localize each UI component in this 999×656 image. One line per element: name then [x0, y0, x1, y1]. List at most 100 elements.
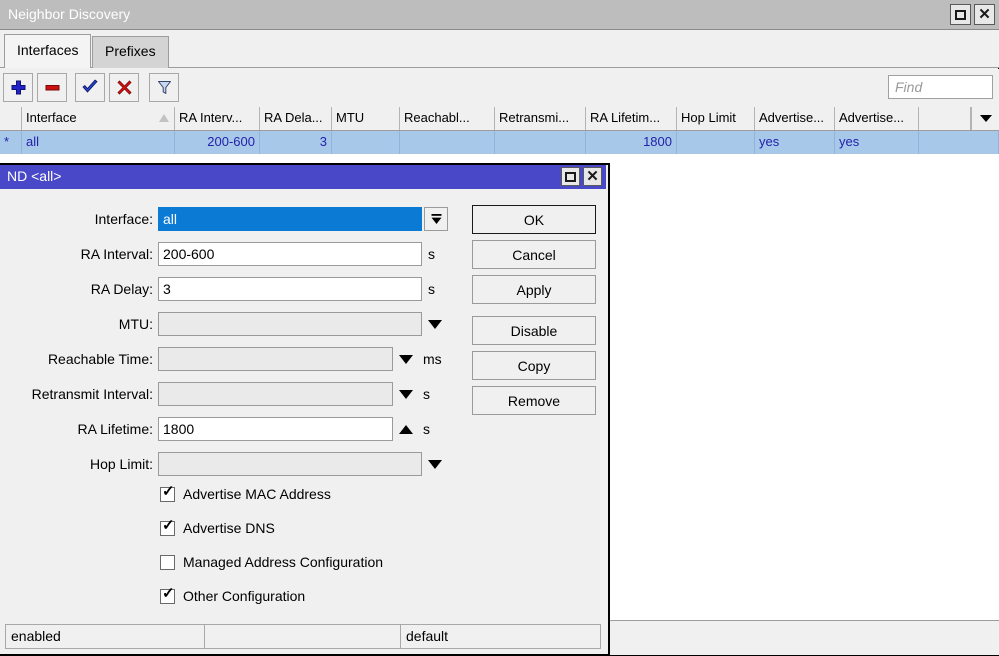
check-icon: ✓ [162, 484, 175, 499]
plus-icon [10, 79, 27, 96]
checkbox-box: ✓ [160, 487, 175, 502]
sort-ascending-icon [159, 114, 169, 122]
column-header-mtu[interactable]: MTU [332, 107, 400, 130]
column-header-ra-lifetime[interactable]: RA Lifetim... [586, 107, 677, 130]
cell-ra-interval: 200-600 [175, 131, 260, 154]
cell-extra [919, 131, 999, 154]
column-menu-button[interactable] [971, 107, 999, 130]
reachable-time-label: Reachable Time: [0, 351, 153, 367]
cross-icon [116, 79, 133, 96]
mtu-label: MTU: [0, 316, 153, 332]
ra-interval-unit: s [428, 246, 435, 262]
find-placeholder: Find [895, 79, 922, 95]
checkbox-box: ✓ [160, 589, 175, 604]
enable-button[interactable] [75, 73, 105, 102]
ra-lifetime-input[interactable]: 1800 [158, 417, 393, 441]
hop-limit-input[interactable] [158, 452, 422, 476]
cell-advertise-mac: yes [755, 131, 835, 154]
column-header-interface-label: Interface [26, 110, 77, 125]
check-icon [81, 79, 99, 96]
cell-retransmit-interval [495, 131, 586, 154]
tab-prefixes[interactable]: Prefixes [92, 36, 169, 68]
tab-interfaces[interactable]: Interfaces [4, 34, 91, 68]
window-title: Neighbor Discovery [8, 6, 130, 22]
hop-limit-label: Hop Limit: [0, 456, 153, 472]
ra-lifetime-unit: s [423, 421, 430, 437]
cell-flag: * [0, 131, 22, 154]
disable-button[interactable] [109, 73, 139, 102]
funnel-icon [156, 79, 173, 96]
ra-lifetime-stepper-up-icon[interactable] [399, 425, 413, 434]
column-header-advertise-dns[interactable]: Advertise... [835, 107, 919, 130]
tabstrip: Interfaces Prefixes [0, 30, 999, 68]
checkbox-label: Advertise MAC Address [183, 486, 331, 502]
column-header-advertise-mac[interactable]: Advertise... [755, 107, 835, 130]
dialog-statusbar: enabled default [5, 624, 601, 649]
ra-delay-label: RA Delay: [0, 281, 153, 297]
field-row-ra-delay: RA Delay: 3 s [0, 277, 470, 303]
checkbox-box: ✓ [160, 521, 175, 536]
main-window: Neighbor Discovery ✕ Interfaces Prefixes [0, 0, 999, 656]
reachable-time-dropdown-arrow-icon[interactable] [399, 355, 413, 364]
cell-ra-delay: 3 [260, 131, 332, 154]
filter-button[interactable] [149, 73, 179, 102]
reachable-time-input[interactable] [158, 347, 393, 371]
dialog-maximize-button[interactable] [561, 167, 580, 186]
checkbox-box [160, 555, 175, 570]
column-header-retransmit-interval[interactable]: Retransmi... [495, 107, 586, 130]
find-input[interactable]: Find [888, 75, 993, 99]
column-header-extra[interactable] [919, 107, 971, 130]
cell-advertise-dns: yes [835, 131, 919, 154]
column-header-reachable-time[interactable]: Reachabl... [400, 107, 495, 130]
dialog-close-button[interactable]: ✕ [583, 167, 602, 186]
retransmit-interval-unit: s [423, 386, 430, 402]
column-header-flag[interactable] [0, 107, 22, 130]
mtu-input[interactable] [158, 312, 422, 336]
status-cell-middle [204, 624, 401, 649]
retransmit-interval-input[interactable] [158, 382, 393, 406]
nd-dialog: ND <all> ✕ Interface: all [0, 163, 610, 656]
mtu-dropdown-arrow-icon[interactable] [428, 320, 442, 329]
table-row[interactable]: * all 200-600 3 1800 yes yes [0, 131, 999, 154]
dialog-body: Interface: all RA Interval: 200-600 s RA… [0, 189, 606, 654]
ra-lifetime-label: RA Lifetime: [0, 421, 153, 437]
hop-limit-dropdown-arrow-icon[interactable] [428, 460, 442, 469]
ra-delay-input[interactable]: 3 [158, 277, 422, 301]
chevron-down-bar-icon [430, 213, 443, 226]
ra-interval-input[interactable]: 200-600 [158, 242, 422, 266]
field-row-hop-limit: Hop Limit: [0, 452, 470, 478]
cell-mtu [332, 131, 400, 154]
retransmit-interval-dropdown-arrow-icon[interactable] [399, 390, 413, 399]
field-row-mtu: MTU: [0, 312, 470, 338]
main-titlebar: Neighbor Discovery ✕ [0, 0, 999, 30]
field-row-retransmit-interval: Retransmit Interval: s [0, 382, 470, 408]
status-cell-state: enabled [5, 624, 205, 649]
checkbox-label: Advertise DNS [183, 520, 275, 536]
column-header-ra-interval[interactable]: RA Interv... [175, 107, 260, 130]
square-icon [565, 172, 576, 182]
apply-button[interactable]: Apply [472, 275, 596, 304]
remove-button[interactable] [37, 73, 67, 102]
cancel-button[interactable]: Cancel [472, 240, 596, 269]
ra-interval-label: RA Interval: [0, 246, 153, 262]
toolbar: Find [0, 69, 999, 107]
add-button[interactable] [3, 73, 33, 102]
close-icon: ✕ [586, 169, 599, 184]
cell-hop-limit [677, 131, 755, 154]
column-header-hop-limit[interactable]: Hop Limit [677, 107, 755, 130]
minus-icon [44, 79, 61, 96]
reachable-time-unit: ms [423, 351, 442, 367]
close-button[interactable]: ✕ [974, 4, 995, 25]
maximize-button[interactable] [950, 4, 971, 25]
interface-input[interactable]: all [158, 207, 422, 231]
tab-interfaces-label: Interfaces [17, 42, 78, 58]
column-header-interface[interactable]: Interface [22, 107, 175, 130]
column-header-ra-delay[interactable]: RA Dela... [260, 107, 332, 130]
copy-button[interactable]: Copy [472, 351, 596, 380]
checkbox-label: Other Configuration [183, 588, 305, 604]
interface-dropdown-button[interactable] [424, 207, 448, 231]
remove-button[interactable]: Remove [472, 386, 596, 415]
ok-button[interactable]: OK [472, 205, 596, 234]
disable-button[interactable]: Disable [472, 316, 596, 345]
cell-ra-lifetime: 1800 [586, 131, 677, 154]
